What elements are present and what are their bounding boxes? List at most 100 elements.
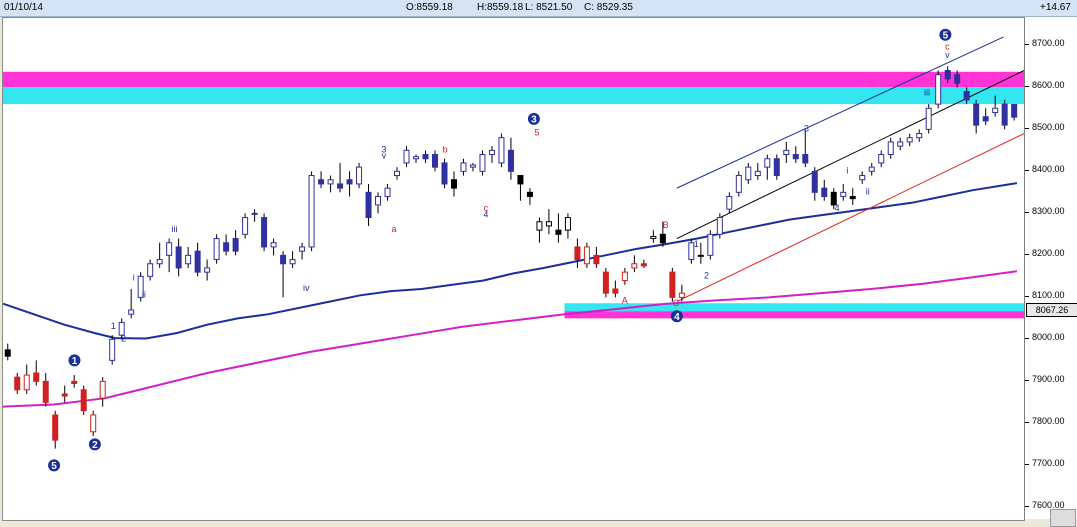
wave-marker-label: 1 bbox=[72, 356, 78, 367]
candle-body bbox=[973, 103, 980, 126]
candle-body bbox=[80, 389, 87, 412]
candle-body bbox=[745, 166, 752, 181]
candle-body bbox=[944, 70, 951, 80]
candle-body bbox=[109, 338, 116, 361]
candle-body bbox=[555, 229, 562, 235]
wave-annotation: 4 bbox=[835, 203, 840, 213]
axis-tick-mark bbox=[1025, 212, 1029, 214]
date-label: 01/10/14 bbox=[4, 2, 43, 13]
candle-body bbox=[365, 191, 372, 219]
resize-grip-icon[interactable] bbox=[1050, 509, 1076, 527]
wave-annotation: v bbox=[382, 151, 387, 161]
axis-tick-mark bbox=[1025, 254, 1029, 256]
candle-body bbox=[650, 235, 657, 240]
candle-body bbox=[954, 74, 961, 84]
candle-body bbox=[346, 179, 353, 185]
candle-body bbox=[764, 158, 771, 168]
candle-body bbox=[992, 107, 999, 114]
candle-body bbox=[394, 170, 401, 177]
close-value: C: 8529.35 bbox=[584, 2, 633, 13]
wave-annotation: iii bbox=[924, 88, 930, 98]
candle-body bbox=[773, 158, 780, 177]
candle-body bbox=[574, 246, 581, 261]
wave-marker-label: 4 bbox=[674, 312, 680, 323]
wave-annotation: B bbox=[663, 220, 669, 230]
axis-tick-mark bbox=[1025, 506, 1029, 508]
plot-area[interactable]: 5 1 2 3 4 5 1 2 i ii iii 3 v iv a b c 4 5 A B C 1 2 3 4 i ii iii c v bbox=[2, 17, 1025, 521]
axis-tick-mark bbox=[1025, 128, 1029, 130]
candle-body bbox=[128, 309, 135, 315]
candle-body bbox=[1011, 104, 1018, 118]
candlestick-chart[interactable]: 51234512iiiiii3vivabc45ABC1234iiiiiicv bbox=[3, 18, 1024, 520]
candle-body bbox=[441, 162, 448, 185]
price-axis[interactable]: 8700.00 8600.00 8500.00 8400.00 8300.00 8200.… bbox=[1024, 17, 1077, 519]
candle-body bbox=[811, 170, 818, 193]
wave-annotation: i bbox=[133, 273, 135, 283]
wave-marker-label: 5 bbox=[943, 30, 949, 41]
axis-tick-label: 8400.00 bbox=[1032, 164, 1065, 175]
wave-annotation: A bbox=[622, 296, 628, 306]
axis-tick-mark bbox=[1025, 86, 1029, 88]
zone-band-magenta-0 bbox=[3, 71, 1024, 88]
candle-body bbox=[536, 221, 543, 231]
candle-body bbox=[166, 242, 173, 256]
candle-body bbox=[52, 414, 59, 441]
candle-body bbox=[792, 154, 799, 160]
candle-body bbox=[507, 149, 514, 172]
axis-tick-mark bbox=[1025, 338, 1029, 340]
change-value: +14.67 bbox=[1040, 2, 1071, 13]
candle-body bbox=[802, 154, 809, 164]
axis-tick-mark bbox=[1025, 170, 1029, 172]
candle-body bbox=[270, 242, 277, 248]
candle-body bbox=[545, 221, 552, 227]
candle-body bbox=[783, 149, 790, 156]
ohlc-header: 01/10/14 O:8559.18 H:8559.18 L: 8521.50 … bbox=[0, 0, 1077, 17]
candle-body bbox=[754, 170, 761, 177]
candle-body bbox=[384, 187, 391, 198]
axis-tick-label: 8200.00 bbox=[1032, 248, 1065, 259]
candle-body bbox=[602, 271, 609, 294]
candle-body bbox=[982, 116, 989, 122]
low-value: L: 8521.50 bbox=[525, 2, 573, 13]
candle-body bbox=[1001, 103, 1008, 126]
candle-body bbox=[925, 107, 932, 130]
candle-body bbox=[849, 196, 856, 200]
moving-average-long bbox=[3, 270, 1018, 408]
candle-body bbox=[593, 254, 600, 265]
wave-annotation: 3 bbox=[804, 123, 809, 133]
candle-body bbox=[232, 238, 239, 252]
candle-body bbox=[517, 175, 524, 185]
candle-body bbox=[71, 380, 78, 384]
candle-body bbox=[403, 149, 410, 164]
wave-annotation: ii bbox=[866, 186, 870, 196]
candle-body bbox=[156, 259, 163, 265]
candle-body bbox=[242, 217, 249, 235]
high-value: H:8559.18 bbox=[477, 2, 524, 13]
candle-body bbox=[318, 179, 325, 185]
candle-body bbox=[821, 187, 828, 198]
candle-body bbox=[204, 267, 211, 273]
candle-body bbox=[337, 183, 344, 189]
candle-body bbox=[375, 196, 382, 206]
zone-band-magenta-3 bbox=[564, 311, 1024, 319]
candle-body bbox=[90, 414, 97, 433]
axis-tick-mark bbox=[1025, 44, 1029, 46]
axis-tick-mark bbox=[1025, 296, 1029, 298]
wave-annotation: 4 bbox=[483, 210, 488, 220]
candle-body bbox=[194, 250, 201, 273]
candle-body bbox=[299, 246, 306, 252]
axis-tick-mark bbox=[1025, 380, 1029, 382]
axis-tick-label: 8500.00 bbox=[1032, 122, 1065, 133]
candle-body bbox=[356, 166, 363, 185]
wave-annotation: 1 bbox=[694, 239, 699, 249]
candle-body bbox=[678, 292, 685, 298]
candle-body bbox=[963, 91, 970, 101]
candle-body bbox=[99, 380, 106, 399]
candle-body bbox=[640, 263, 647, 267]
candle-body bbox=[431, 154, 438, 168]
axis-tick-mark bbox=[1025, 422, 1029, 424]
candle-body bbox=[14, 376, 21, 391]
zone-band-cyan-1 bbox=[3, 87, 1024, 105]
candle-body bbox=[735, 175, 742, 193]
candle-body bbox=[23, 374, 30, 391]
